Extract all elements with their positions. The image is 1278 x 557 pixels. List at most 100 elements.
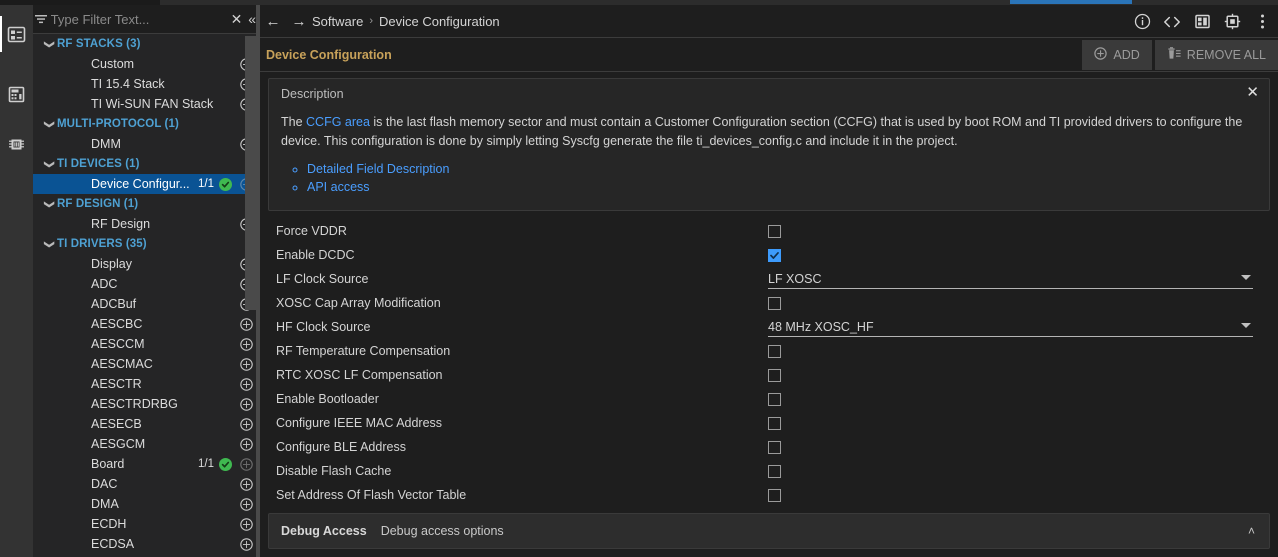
board-view-icon[interactable]: [1192, 12, 1212, 32]
checkbox-xosc-cap-array-modification[interactable]: [768, 297, 781, 310]
form-row-disable-flash-cache: Disable Flash Cache: [268, 459, 1270, 483]
form-row-configure-ble-address: Configure BLE Address: [268, 435, 1270, 459]
tree-group-label: TI DRIVERS (35): [57, 238, 147, 250]
breadcrumb-current[interactable]: Device Configuration: [379, 14, 500, 29]
tree-item-aescmac[interactable]: AESCMAC: [33, 354, 260, 374]
chevron-down-icon[interactable]: ❯: [44, 116, 55, 132]
chevron-down-icon[interactable]: ❯: [44, 36, 55, 52]
form-row-enable-bootloader: Enable Bootloader: [268, 387, 1270, 411]
tree-item-label: Display: [91, 257, 132, 271]
tree-group-label: RF STACKS (3): [57, 38, 141, 50]
checkbox-enable-bootloader[interactable]: [768, 393, 781, 406]
remove-all-button[interactable]: REMOVE ALL: [1155, 40, 1278, 70]
software-view-icon: [7, 25, 26, 44]
checkbox-configure-ble-address[interactable]: [768, 441, 781, 454]
tree-item-aesgcm[interactable]: AESGCM: [33, 434, 260, 454]
ccfg-area-link[interactable]: CCFG area: [306, 115, 370, 129]
tree-item-board[interactable]: Board1/1: [33, 454, 260, 474]
code-icon[interactable]: [1162, 12, 1182, 32]
page-title: Device Configuration: [266, 48, 392, 62]
checkbox-disable-flash-cache[interactable]: [768, 465, 781, 478]
select-lf-clock-source[interactable]: LF XOSC: [768, 269, 1253, 289]
top-strip-blue-segment: [1010, 0, 1132, 4]
trash-icon: [1167, 47, 1181, 63]
tree-item-device-configur[interactable]: Device Configur...1/1: [33, 174, 260, 194]
checkbox-force-vddr[interactable]: [768, 225, 781, 238]
search-input[interactable]: [49, 12, 229, 27]
form-control-set-address-of-flash-vector-table: [768, 489, 1270, 502]
chevron-down-icon[interactable]: ❯: [44, 236, 55, 252]
tree-item-aesccm[interactable]: AESCCM: [33, 334, 260, 354]
back-button[interactable]: ←: [260, 13, 286, 30]
checkbox-enable-dcdc[interactable]: [768, 249, 781, 262]
close-icon[interactable]: ✕: [1246, 85, 1259, 100]
tree-group-1[interactable]: ❯MULTI-PROTOCOL (1): [33, 114, 260, 134]
debug-access-title: Debug Access: [281, 524, 367, 538]
select-hf-clock-source[interactable]: 48 MHz XOSC_HF: [768, 317, 1253, 337]
description-text-before: The: [281, 115, 306, 129]
form-row-xosc-cap-array-modification: XOSC Cap Array Modification: [268, 291, 1270, 315]
form-control-configure-ieee-mac-address: [768, 417, 1270, 430]
form-label-configure-ieee-mac-address: Configure IEEE MAC Address: [268, 416, 768, 430]
status-ok-icon: [219, 458, 232, 471]
tree-item-label: AESECB: [91, 417, 142, 431]
tree-item-rf-design[interactable]: RF Design: [33, 214, 260, 234]
tree-item-aescbc[interactable]: AESCBC: [33, 314, 260, 334]
tree-item-display[interactable]: Display: [33, 254, 260, 274]
tree-group-2[interactable]: ❯TI DEVICES (1): [33, 154, 260, 174]
description-text: The CCFG area is the last flash memory s…: [281, 113, 1257, 151]
tree-item-adcbuf[interactable]: ADCBuf: [33, 294, 260, 314]
tree-group-label: RF DESIGN (1): [57, 198, 138, 210]
breadcrumb-root[interactable]: Software: [312, 14, 363, 29]
description-link-1[interactable]: API access: [307, 178, 1257, 196]
debug-access-section[interactable]: Debug Access Debug access options ˄: [268, 513, 1270, 549]
form-control-configure-ble-address: [768, 441, 1270, 454]
tree-group-0[interactable]: ❯RF STACKS (3): [33, 34, 260, 54]
clear-filter-icon[interactable]: ✕: [229, 11, 245, 28]
chip-icon[interactable]: [1222, 12, 1242, 32]
tree-item-dmm[interactable]: DMM: [33, 134, 260, 154]
tree-item-ecdh[interactable]: ECDH: [33, 514, 260, 534]
tree-item-custom[interactable]: Custom: [33, 54, 260, 74]
tree-item-label: ADCBuf: [91, 297, 136, 311]
tree-item-dac[interactable]: DAC: [33, 474, 260, 494]
tree-scrollbar-thumb[interactable]: [245, 36, 256, 310]
chevron-down-icon[interactable]: [1241, 323, 1251, 328]
tree-item-aesctrdrbg[interactable]: AESCTRDRBG: [33, 394, 260, 414]
tree-group-4[interactable]: ❯TI DRIVERS (35): [33, 234, 260, 254]
chevron-up-icon[interactable]: ˄: [1248, 524, 1255, 538]
rail-item-software[interactable]: [0, 14, 33, 54]
description-link-0[interactable]: Detailed Field Description: [307, 160, 1257, 178]
tree-item-adc[interactable]: ADC: [33, 274, 260, 294]
tree-item-aesecb[interactable]: AESECB: [33, 414, 260, 434]
tree-item-dma[interactable]: DMA: [33, 494, 260, 514]
checkbox-rf-temperature-compensation[interactable]: [768, 345, 781, 358]
checkbox-set-address-of-flash-vector-table[interactable]: [768, 489, 781, 502]
form-label-configure-ble-address: Configure BLE Address: [268, 440, 768, 454]
tree-group-3[interactable]: ❯RF DESIGN (1): [33, 194, 260, 214]
tree-item-label: ECDH: [91, 517, 126, 531]
component-tree-list: ❯RF STACKS (3)CustomTI 15.4 StackTI Wi-S…: [33, 34, 260, 554]
chevron-down-icon[interactable]: ❯: [44, 196, 55, 212]
chip-icon: [7, 135, 26, 154]
tree-item-ti-wi-sun-fan-stack[interactable]: TI Wi-SUN FAN Stack: [33, 94, 260, 114]
checkbox-rtc-xosc-lf-compensation[interactable]: [768, 369, 781, 382]
tree-scrollbar[interactable]: [245, 34, 256, 557]
info-icon[interactable]: [1132, 12, 1152, 32]
select-value-lf-clock-source: LF XOSC: [768, 272, 822, 286]
tree-item-aesctr[interactable]: AESCTR: [33, 374, 260, 394]
forward-button[interactable]: →: [286, 13, 312, 30]
chevron-down-icon[interactable]: ❯: [44, 156, 55, 172]
tree-item-ecdsa[interactable]: ECDSA: [33, 534, 260, 554]
remove-all-button-label: REMOVE ALL: [1187, 48, 1266, 62]
form-label-force-vddr: Force VDDR: [268, 224, 768, 238]
rail-item-device[interactable]: [0, 124, 33, 164]
tree-item-ti-15-4-stack[interactable]: TI 15.4 Stack: [33, 74, 260, 94]
chevron-down-icon[interactable]: [1241, 275, 1251, 280]
add-button[interactable]: ADD: [1082, 40, 1151, 70]
rail-item-hardware[interactable]: [0, 74, 33, 114]
breadcrumb-bar: ← → Software › Device Configuration: [260, 5, 1278, 38]
form-control-xosc-cap-array-modification: [768, 297, 1270, 310]
checkbox-configure-ieee-mac-address[interactable]: [768, 417, 781, 430]
more-options-icon[interactable]: [1252, 12, 1272, 32]
